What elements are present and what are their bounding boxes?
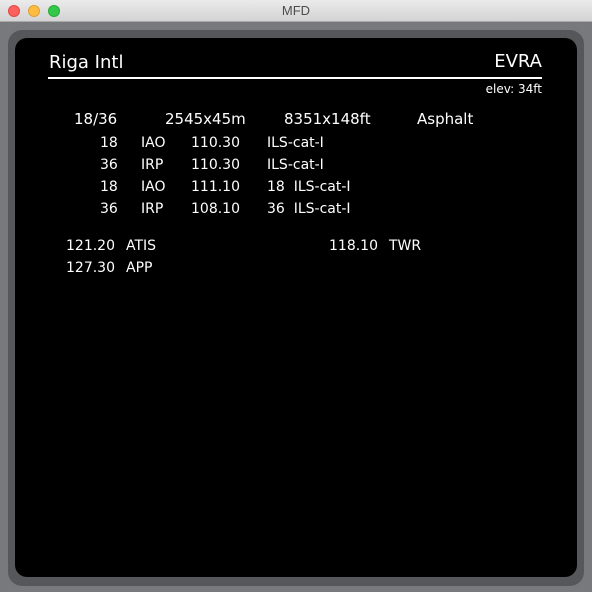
approach-type: 36 ILS-cat-I xyxy=(267,201,351,217)
comm-name: ATIS xyxy=(126,238,157,254)
approach-id: IAO xyxy=(141,135,166,151)
comm-frequency: 121.20 xyxy=(66,238,115,254)
comm-name: TWR xyxy=(389,238,422,254)
approach-runway: 36 xyxy=(100,157,118,173)
runway-ident: 18/36 xyxy=(74,110,118,128)
approach-frequency: 110.30 xyxy=(191,157,240,173)
comm-name: APP xyxy=(126,260,153,276)
approach-type: 18 ILS-cat-I xyxy=(267,179,351,195)
airport-code: EVRA xyxy=(494,51,542,72)
comm-frequency: 118.10 xyxy=(329,238,378,254)
mfd-screen: Riga Intl EVRA elev: 34ft 18/36 2545x45m… xyxy=(15,38,577,577)
mfd-window: MFD Riga Intl EVRA elev: 34ft 18/36 2545… xyxy=(0,0,592,592)
approach-runway: 36 xyxy=(100,201,118,217)
approach-type: ILS-cat-I xyxy=(267,135,324,151)
approach-id: IRP xyxy=(141,157,164,173)
approach-id: IRP xyxy=(141,201,164,217)
approach-runway: 18 xyxy=(100,179,118,195)
airport-name: Riga Intl xyxy=(49,52,124,73)
window-title: MFD xyxy=(281,3,311,18)
approach-frequency: 111.10 xyxy=(191,179,240,195)
approach-id: IAO xyxy=(141,179,166,195)
title-bar: MFD xyxy=(0,0,592,22)
runway-size-m: 2545x45m xyxy=(165,110,246,128)
approach-type: ILS-cat-I xyxy=(267,157,324,173)
runway-size-ft: 8351x148ft xyxy=(284,110,371,128)
header-divider xyxy=(48,77,542,79)
comm-frequency: 127.30 xyxy=(66,260,115,276)
airport-elevation: elev: 34ft xyxy=(485,82,542,96)
approach-frequency: 108.10 xyxy=(191,201,240,217)
approach-runway: 18 xyxy=(100,135,118,151)
runway-surface: Asphalt xyxy=(417,110,474,128)
approach-frequency: 110.30 xyxy=(191,135,240,151)
